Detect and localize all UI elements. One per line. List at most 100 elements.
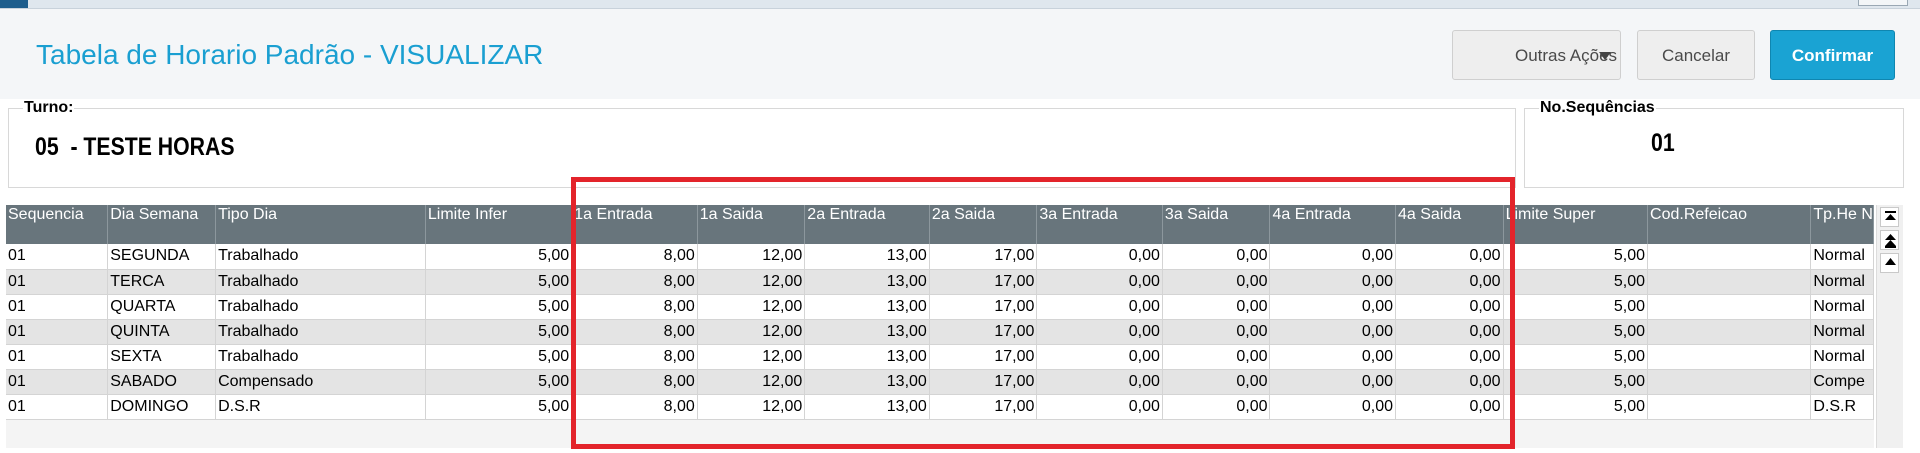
table-cell: SABADO — [107, 369, 217, 395]
schedule-table: Sequencia Dia Semana Tipo Dia Limite Infer 1… — [6, 205, 1874, 420]
cancel-label: Cancelar — [1661, 46, 1731, 65]
table-cell: 0,00 — [1036, 244, 1163, 270]
table-cell: 0,00 — [1395, 344, 1504, 370]
table-cell: 0,00 — [1269, 269, 1397, 295]
sequencias-label: No.Sequências — [1539, 99, 1656, 117]
window-control-tab[interactable] — [1858, 0, 1908, 6]
table-cell: Trabalhado — [215, 244, 426, 270]
table-cell: QUINTA — [107, 319, 217, 345]
grid-scrollbar[interactable] — [1876, 205, 1903, 448]
table-cell: 8,00 — [571, 319, 698, 345]
table-cell: 5,00 — [425, 294, 573, 320]
table-cell: 12,00 — [697, 294, 806, 320]
column-header[interactable]: Tp.He N — [1810, 205, 1874, 244]
table-row[interactable]: 01 QUARTA Trabalhado 5,00 8,00 12,00 13,00 17,0… — [6, 294, 1874, 320]
column-header[interactable]: 4a Entrada — [1269, 205, 1397, 244]
table-row[interactable]: 01 TERCA Trabalhado 5,00 8,00 12,00 13,00 17,00… — [6, 269, 1874, 295]
grid-header-row: Sequencia Dia Semana Tipo Dia Limite Infer 1… — [6, 205, 1874, 244]
table-cell: 5,00 — [425, 319, 573, 345]
table-cell: 0,00 — [1162, 244, 1271, 270]
confirm-label: Confirmar — [1791, 46, 1874, 65]
outras-acoes-button[interactable]: Outras Ações — [1452, 30, 1621, 80]
table-cell: Normal — [1810, 294, 1874, 320]
column-header[interactable]: 2a Saida — [929, 205, 1038, 244]
scroll-up-icon[interactable] — [1880, 253, 1899, 273]
cancel-button[interactable]: Cancelar — [1637, 30, 1755, 80]
table-cell: 0,00 — [1162, 294, 1271, 320]
table-cell: 17,00 — [929, 369, 1038, 395]
page-title: Tabela de Horario Padrão - VISUALIZAR — [36, 39, 544, 70]
table-cell: 5,00 — [1503, 294, 1649, 320]
table-row[interactable]: 01 QUINTA Trabalhado 5,00 8,00 12,00 13,00 17,0… — [6, 319, 1874, 345]
table-cell: 13,00 — [804, 369, 930, 395]
table-cell: 0,00 — [1036, 294, 1163, 320]
schedule-grid[interactable]: Sequencia Dia Semana Tipo Dia Limite Infer 1… — [6, 205, 1874, 448]
table-row[interactable]: 01 SEGUNDA Trabalhado 5,00 8,00 12,00 13,00 17,… — [6, 244, 1874, 270]
table-cell: QUARTA — [107, 294, 217, 320]
table-cell: 0,00 — [1269, 294, 1397, 320]
column-header[interactable]: 1a Saida — [697, 205, 806, 244]
confirm-button[interactable]: Confirmar — [1770, 30, 1895, 80]
table-cell: 0,00 — [1162, 319, 1271, 345]
table-cell: SEGUNDA — [107, 244, 217, 270]
table-cell: 01 — [6, 269, 109, 295]
column-header[interactable]: Limite Infer — [425, 205, 573, 244]
table-cell: DOMINGO — [107, 394, 217, 420]
table-cell: 12,00 — [697, 394, 806, 420]
table-cell: 17,00 — [929, 294, 1038, 320]
window-corner-tab — [0, 0, 28, 8]
table-cell: 0,00 — [1395, 369, 1504, 395]
table-cell: 8,00 — [571, 294, 698, 320]
table-cell: 5,00 — [425, 344, 573, 370]
table-cell: Trabalhado — [215, 269, 426, 295]
table-cell: 17,00 — [929, 244, 1038, 270]
sequencias-field: No.Sequências 01 — [1524, 99, 1904, 188]
table-cell: D.S.R — [215, 394, 426, 420]
table-cell: 0,00 — [1269, 244, 1397, 270]
column-header[interactable]: Dia Semana — [107, 205, 217, 244]
table-cell: Trabalhado — [215, 294, 426, 320]
column-header[interactable]: 3a Saida — [1162, 205, 1271, 244]
column-header[interactable]: Limite Super — [1503, 205, 1649, 244]
column-header[interactable]: 3a Entrada — [1036, 205, 1163, 244]
table-cell: 13,00 — [804, 244, 930, 270]
turno-label: Turno: — [23, 99, 75, 117]
table-cell: 0,00 — [1269, 394, 1397, 420]
table-row[interactable]: 01 SABADO Compensado 5,00 8,00 12,00 13,00 17,0… — [6, 369, 1874, 395]
table-cell: 12,00 — [697, 319, 806, 345]
table-cell: 13,00 — [804, 294, 930, 320]
table-cell: 12,00 — [697, 369, 806, 395]
table-cell: 12,00 — [697, 244, 806, 270]
table-cell: 5,00 — [1503, 394, 1649, 420]
table-row[interactable]: 01 SEXTA Trabalhado 5,00 8,00 12,00 13,00 17,00… — [6, 344, 1874, 370]
table-cell: 0,00 — [1269, 344, 1397, 370]
table-cell: 8,00 — [571, 244, 698, 270]
table-cell: 8,00 — [571, 394, 698, 420]
table-cell: 12,00 — [697, 344, 806, 370]
table-cell: 0,00 — [1162, 369, 1271, 395]
table-cell: 0,00 — [1395, 269, 1504, 295]
table-cell: Normal — [1810, 319, 1874, 345]
table-row[interactable]: 01 DOMINGO D.S.R 5,00 8,00 12,00 13,00 17,00 0,0… — [6, 394, 1874, 420]
column-header[interactable]: 4a Saida — [1395, 205, 1504, 244]
table-cell: SEXTA — [107, 344, 217, 370]
column-header[interactable]: 2a Entrada — [804, 205, 930, 244]
column-header[interactable]: Tipo Dia — [215, 205, 426, 244]
table-cell: Normal — [1810, 269, 1874, 295]
table-cell: 0,00 — [1269, 319, 1397, 345]
scroll-page-up-icon[interactable] — [1880, 230, 1899, 250]
table-cell: 13,00 — [804, 344, 930, 370]
table-cell: Trabalhado — [215, 319, 426, 345]
turno-field: Turno: 05 - TESTE HORAS — [8, 99, 1516, 188]
table-cell: 0,00 — [1036, 269, 1163, 295]
table-cell: 13,00 — [804, 269, 930, 295]
table-cell: 5,00 — [1503, 269, 1649, 295]
column-header[interactable]: Sequencia — [6, 205, 109, 244]
column-header[interactable]: 1a Entrada — [571, 205, 698, 244]
scroll-top-icon[interactable] — [1880, 207, 1899, 227]
table-cell: 0,00 — [1269, 369, 1397, 395]
table-cell: 5,00 — [425, 244, 573, 270]
table-cell: Normal — [1810, 344, 1874, 370]
column-header[interactable]: Cod.Refeicao — [1647, 205, 1812, 244]
table-cell: 0,00 — [1395, 294, 1504, 320]
